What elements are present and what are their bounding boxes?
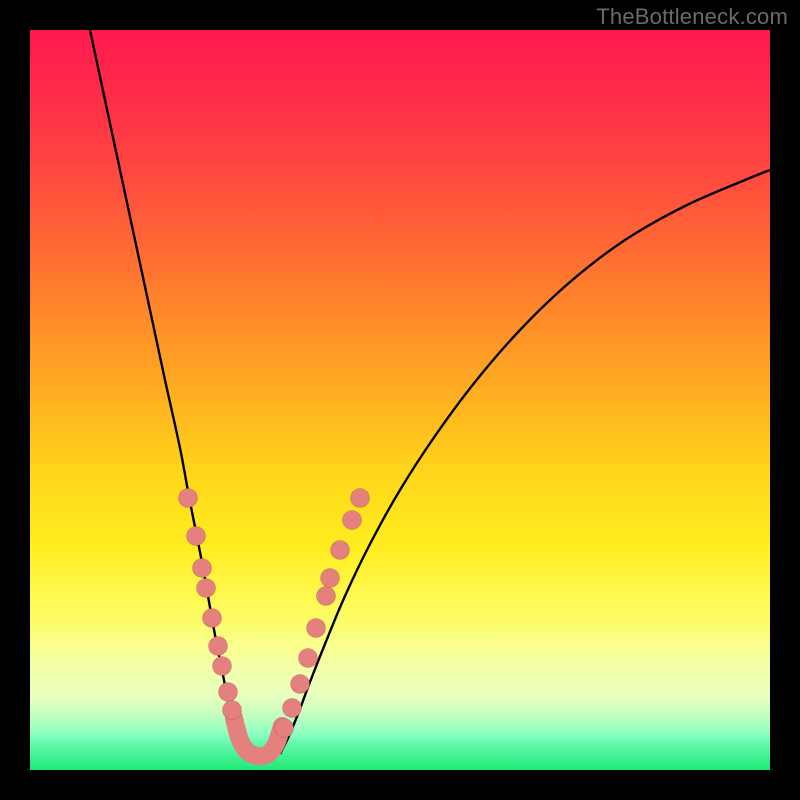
salmon-dot — [291, 675, 310, 694]
salmon-dot — [343, 511, 362, 530]
chart-svg — [30, 30, 770, 770]
salmon-dot — [317, 587, 336, 606]
salmon-dot — [299, 649, 318, 668]
watermark-text: TheBottleneck.com — [596, 4, 788, 30]
salmon-dot — [283, 699, 302, 718]
salmon-dot — [223, 701, 242, 720]
salmon-dot — [209, 637, 228, 656]
salmon-dot — [219, 683, 238, 702]
salmon-dot — [307, 619, 326, 638]
salmon-u-shape — [234, 718, 282, 756]
salmon-dot — [213, 657, 232, 676]
curve-right-arm — [280, 170, 770, 754]
salmon-dot — [197, 579, 216, 598]
chart-frame — [30, 30, 770, 770]
salmon-dot — [321, 569, 340, 588]
salmon-dot — [203, 609, 222, 628]
salmon-dot — [275, 719, 294, 738]
salmon-dot — [193, 559, 212, 578]
salmon-dot — [187, 527, 206, 546]
curve-lines — [90, 30, 770, 754]
salmon-dot — [179, 489, 198, 508]
salmon-dot — [351, 489, 370, 508]
salmon-dots-group — [179, 489, 370, 738]
salmon-dot — [331, 541, 350, 560]
